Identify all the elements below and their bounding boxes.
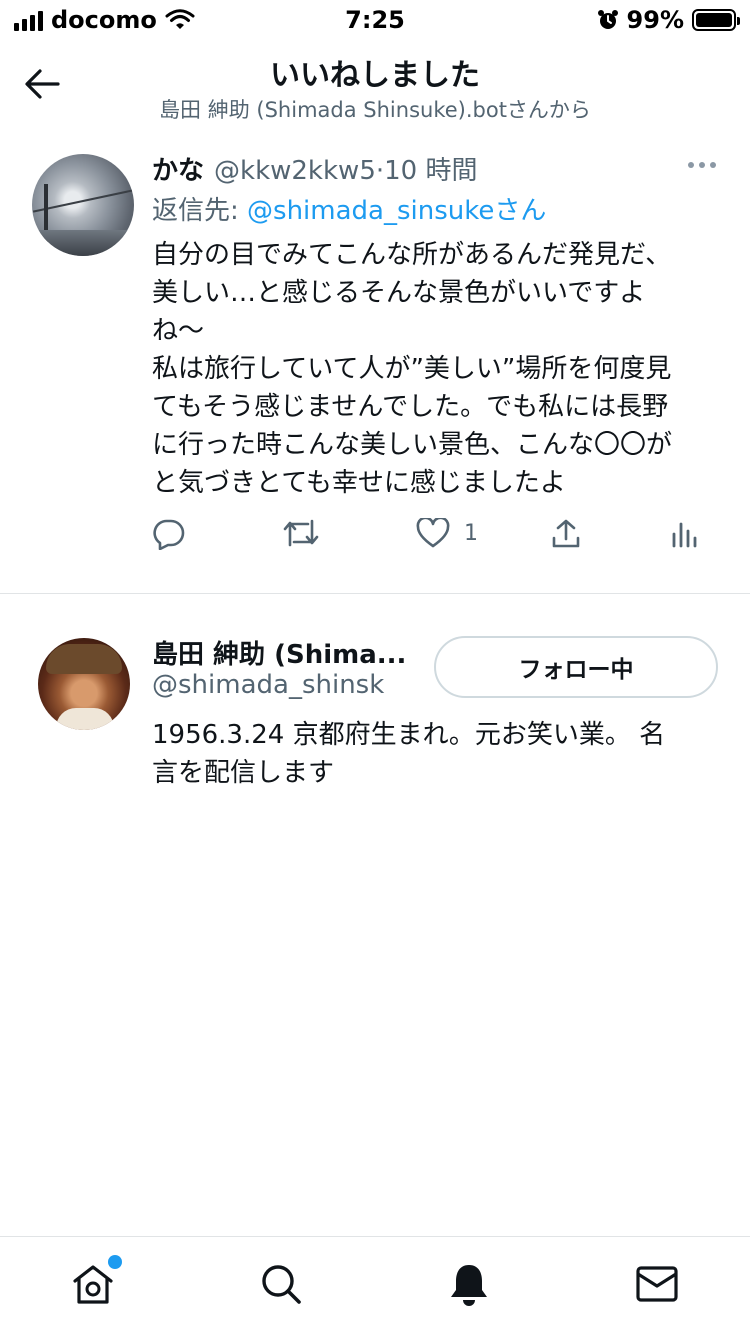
tweet-line: ね～ xyxy=(152,316,205,346)
tweet-time: 10 時間 xyxy=(384,156,478,186)
user-name[interactable]: 島田 紳助 (Shima... xyxy=(152,634,406,671)
notifications-icon xyxy=(451,1265,487,1306)
tab-search[interactable] xyxy=(256,1259,306,1309)
retweet-button[interactable] xyxy=(282,518,320,548)
like-button[interactable]: 1 xyxy=(416,518,478,548)
tweet[interactable]: かな @kkw2kkw5·10 時間 返信先: @shimada_sinsuke… xyxy=(0,140,750,594)
following-button[interactable]: フォロー中 xyxy=(434,636,718,698)
retweet-icon xyxy=(283,519,319,547)
tweet-line: てもそう感じませんでした。でも私には長野 xyxy=(152,392,669,422)
analytics-button[interactable] xyxy=(670,518,700,548)
like-icon xyxy=(416,518,450,548)
page-subtitle: 島田 紳助 (Shimada Shinsuke).botさんから xyxy=(159,98,591,122)
bio-line: 1956.3.24 京都府生まれ。元お笑い業。 名 xyxy=(152,720,666,750)
author-name[interactable]: かな xyxy=(152,150,204,187)
share-icon xyxy=(552,519,580,548)
more-options-icon[interactable] xyxy=(688,162,716,168)
header: いいねしました 島田 紳助 (Shimada Shinsuke).botさんから xyxy=(0,40,750,132)
battery-icon xyxy=(692,9,740,31)
tab-messages[interactable] xyxy=(632,1259,682,1309)
status-bar: docomo 7:25 99% xyxy=(0,0,750,40)
alarm-icon xyxy=(597,10,618,29)
battery-percent: 99% xyxy=(626,6,684,34)
reply-button[interactable] xyxy=(152,518,186,550)
analytics-icon xyxy=(672,522,697,548)
page-title: いいねしました xyxy=(270,58,480,93)
tweet-header: かな @kkw2kkw5·10 時間 xyxy=(152,150,477,187)
status-right: 99% xyxy=(597,6,740,34)
user-bio: 1956.3.24 京都府生まれ。元お笑い業。 名 言を配信します xyxy=(152,716,724,792)
reply-context: 返信先: @shimada_sinsukeさん xyxy=(152,190,546,227)
avatar[interactable] xyxy=(32,154,134,256)
tab-bar xyxy=(0,1236,750,1334)
separator: · xyxy=(375,156,385,186)
tweet-line: 自分の目でみてこんな所があるんだ発見だ、 xyxy=(152,240,672,270)
tweet-line: に行った時こんな美しい景色、こんな〇〇が xyxy=(152,430,673,460)
avatar[interactable] xyxy=(38,638,130,730)
tab-home[interactable] xyxy=(68,1255,122,1309)
author-handle[interactable]: @kkw2kkw5 xyxy=(214,156,376,186)
reply-mention-link[interactable]: @shimada_sinsuke xyxy=(247,196,494,226)
reply-suffix: さん xyxy=(494,196,547,226)
unread-dot xyxy=(108,1255,122,1269)
reply-icon xyxy=(153,519,185,550)
user-handle[interactable]: @shimada_shinsk xyxy=(152,670,384,700)
like-count: 1 xyxy=(464,520,478,546)
share-button[interactable] xyxy=(550,518,582,550)
reply-prefix: 返信先: xyxy=(152,196,248,226)
battery-fill xyxy=(696,13,732,27)
messages-icon xyxy=(636,1266,678,1302)
search-icon xyxy=(262,1265,301,1304)
tweet-text: 自分の目でみてこんな所があるんだ発見だ、 美しい…と感じるそんな景色がいいですよ… xyxy=(152,236,724,502)
home-icon xyxy=(73,1265,113,1304)
user-card[interactable]: 島田 紳助 (Shima... @shimada_shinsk フォロー中 19… xyxy=(0,620,750,810)
tweet-line: 美しい…と感じるそんな景色がいいですよ xyxy=(152,278,646,308)
tweet-line: と気づきとても幸せに感じましたよ xyxy=(152,468,566,498)
bio-line: 言を配信します xyxy=(152,758,335,788)
tweet-line: 私は旅行していて人が”美しい”場所を何度見 xyxy=(152,354,672,384)
tweet-actions: 1 xyxy=(152,518,712,562)
tab-notifications[interactable] xyxy=(444,1259,494,1309)
